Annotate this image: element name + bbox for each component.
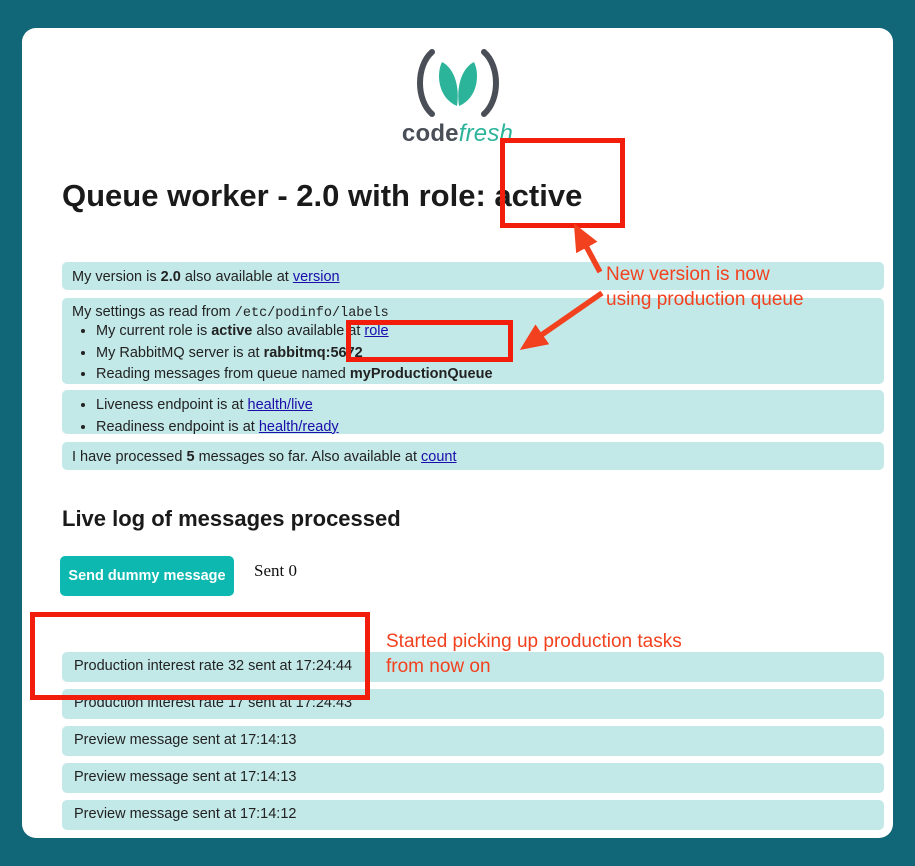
- list-item: Production interest rate 32 sent at 17:2…: [62, 652, 884, 682]
- queue-prefix: Reading messages from queue named: [96, 366, 350, 383]
- role-prefix: My current role is: [96, 323, 212, 339]
- count-panel: I have processed 5 messages so far. Also…: [62, 442, 884, 470]
- page-title: Queue worker - 2.0 with role: active: [62, 178, 582, 214]
- list-item: Production interest rate 17 sent at 17:2…: [62, 689, 884, 719]
- settings-item-rabbitmq: My RabbitMQ server is at rabbitmq:5672: [96, 343, 884, 365]
- settings-list: My current role is active also available…: [62, 321, 884, 392]
- role-middle: also available at: [252, 323, 365, 339]
- app-card: codefresh Queue worker - 2.0 with role: …: [22, 28, 893, 838]
- health-panel: Liveness endpoint is at health/live Read…: [62, 390, 884, 435]
- rabbitmq-prefix: My RabbitMQ server is at: [96, 344, 264, 361]
- brand-word-fresh: fresh: [458, 120, 514, 147]
- live-log-heading: Live log of messages processed: [62, 506, 401, 531]
- readiness-link[interactable]: health/ready: [259, 419, 339, 435]
- health-item-readiness: Readiness endpoint is at health/ready: [96, 417, 884, 439]
- count-value: 5: [186, 449, 195, 465]
- send-dummy-message-button[interactable]: Send dummy message: [60, 556, 234, 596]
- settings-item-role: My current role is active also available…: [96, 321, 884, 343]
- version-prefix: My version is: [72, 269, 161, 285]
- count-middle: messages so far. Also available at: [194, 449, 422, 465]
- role-value: active: [211, 323, 253, 339]
- codefresh-leaf-logo-icon: [416, 49, 499, 117]
- settings-item-queue: Reading messages from queue named myProd…: [96, 364, 884, 386]
- health-list: Liveness endpoint is at health/live Read…: [62, 390, 884, 444]
- version-link[interactable]: version: [293, 269, 340, 285]
- settings-heading: My settings as read from /etc/podinfo/la…: [62, 298, 884, 321]
- version-middle: also available at: [180, 269, 293, 285]
- settings-heading-path: /etc/podinfo/labels: [234, 306, 389, 321]
- page-title-prefix: Queue worker - 2.0 with role:: [62, 178, 486, 213]
- version-value: 2.0: [160, 269, 181, 285]
- sent-counter: Sent 0: [254, 561, 297, 580]
- queue-value: myProductionQueue: [349, 366, 493, 383]
- liveness-link[interactable]: health/live: [248, 397, 313, 413]
- rabbitmq-value: rabbitmq:5672: [263, 344, 363, 361]
- brand-logo: codefresh: [22, 46, 893, 146]
- health-item-liveness: Liveness endpoint is at health/live: [96, 395, 884, 417]
- role-link[interactable]: role: [364, 323, 388, 339]
- settings-heading-prefix: My settings as read from: [72, 304, 235, 320]
- brand-word-code: code: [401, 120, 459, 147]
- list-item: Preview message sent at 17:14:13: [62, 726, 884, 756]
- version-panel: My version is 2.0 also available at vers…: [62, 262, 884, 290]
- liveness-prefix: Liveness endpoint is at: [96, 397, 248, 413]
- page-title-role: active: [494, 178, 583, 213]
- settings-panel: My settings as read from /etc/podinfo/la…: [62, 298, 884, 384]
- brand-wordmark: codefresh: [402, 122, 513, 146]
- count-prefix: I have processed: [72, 449, 187, 465]
- version-line: My version is 2.0 also available at vers…: [62, 262, 884, 292]
- count-line: I have processed 5 messages so far. Also…: [62, 442, 884, 472]
- readiness-prefix: Readiness endpoint is at: [96, 418, 259, 435]
- list-item: Preview message sent at 17:14:12: [62, 800, 884, 830]
- list-item: Preview message sent at 17:14:13: [62, 763, 884, 793]
- count-link[interactable]: count: [421, 449, 456, 465]
